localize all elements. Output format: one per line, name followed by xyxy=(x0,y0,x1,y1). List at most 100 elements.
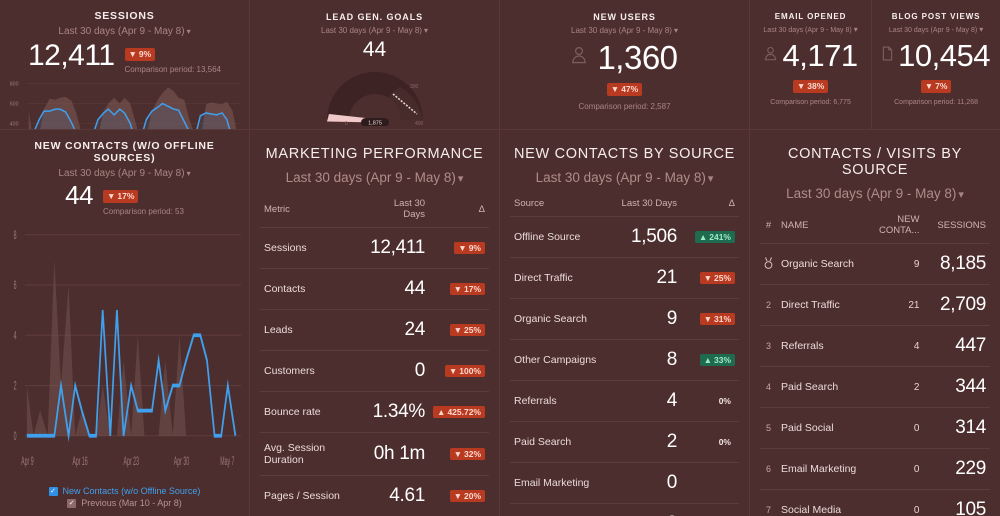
row-name: Paid Social xyxy=(777,407,875,449)
row-delta: ▼ 100% xyxy=(429,350,489,392)
new-contacts-delta-badge: ▼ 17% xyxy=(102,190,139,203)
table-row[interactable]: Organic Search 9 ▼ 31% xyxy=(510,298,739,340)
email-opened-delta-badge: ▼ 38% xyxy=(792,80,829,93)
triangle-down-icon: ▼ xyxy=(453,448,462,459)
row-contacts: 9 xyxy=(874,243,924,285)
contacts-visits-daterange-selector[interactable]: Last 30 days (Apr 9 - May 8) ▾ xyxy=(760,186,990,201)
row-source: Paid Search xyxy=(510,421,611,463)
sessions-daterange-selector[interactable]: Last 30 days (Apr 9 - May 8) ▾ xyxy=(6,26,243,37)
row-value: 12,411 xyxy=(365,227,430,269)
col-metric: Metric xyxy=(260,195,366,228)
legend-label-new-contacts: New Contacts (w/o Offline Source) xyxy=(62,486,201,496)
table-row[interactable]: Customers 0 ▼ 100% xyxy=(260,350,489,392)
row-name: Referrals xyxy=(777,325,875,367)
table-row[interactable]: 4 Paid Search 2 344 xyxy=(760,366,990,408)
email-opened-delta-value: 38% xyxy=(807,81,825,91)
row-sessions: 447 xyxy=(923,325,990,367)
legend-item-previous[interactable]: ✓ Previous (Mar 10 - Apr 8) xyxy=(67,498,182,508)
row-value: 2 xyxy=(610,421,681,463)
table-row[interactable]: Avg. Session Duration 0h 1m ▼ 32% xyxy=(260,432,489,476)
table-row[interactable]: Other Campaigns 8 ▲ 33% xyxy=(510,339,739,381)
lead-gen-daterange-selector[interactable]: Last 30 days (Apr 9 - May 8) ▾ xyxy=(260,26,489,35)
table-row[interactable]: Paid Search 2 0% xyxy=(510,421,739,463)
svg-text:2: 2 xyxy=(14,379,17,392)
email-opened-value: 4,171 xyxy=(782,38,859,73)
svg-text:600: 600 xyxy=(10,101,19,107)
checkbox-checked-icon[interactable]: ✓ xyxy=(48,486,58,496)
triangle-down-icon: ▼ xyxy=(610,84,620,94)
lead-gen-goals-card: LEAD GEN. GOALS Last 30 days (Apr 9 - Ma… xyxy=(250,0,500,130)
triangle-down-icon: ▼ xyxy=(796,81,806,91)
row-contacts: 0 xyxy=(874,407,924,449)
row-sessions: 105 xyxy=(923,489,990,516)
col-delta: Δ xyxy=(681,195,739,217)
table-header-row: # NAME NEW CONTA... SESSIONS xyxy=(760,211,990,244)
row-value: 8 xyxy=(610,339,681,381)
chevron-down-icon: ▾ xyxy=(707,173,714,185)
top-right-group: EMAIL OPENED Last 30 days (Apr 9 - May 8… xyxy=(750,0,1000,130)
new-users-daterange-selector[interactable]: Last 30 days (Apr 9 - May 8) ▾ xyxy=(510,26,739,35)
row-rank: 2 xyxy=(760,284,777,326)
row-value: 9 xyxy=(610,298,681,340)
checkbox-checked-icon[interactable]: ✓ xyxy=(67,498,77,508)
table-row[interactable]: Contacts 44 ▼ 17% xyxy=(260,268,489,310)
triangle-up-icon: ▲ xyxy=(703,354,712,365)
email-opened-daterange-label: Last 30 days (Apr 9 - May 8) xyxy=(763,27,852,34)
table-row[interactable]: 3 Referrals 4 447 xyxy=(760,325,990,367)
triangle-down-icon: ▼ xyxy=(453,283,462,294)
row-value: 1,506 xyxy=(610,216,681,258)
table-row[interactable]: Sessions 12,411 ▼ 9% xyxy=(260,227,489,269)
svg-text:May 7: May 7 xyxy=(220,455,234,468)
new-contacts-daterange-selector[interactable]: Last 30 days (Apr 9 - May 8) ▾ xyxy=(6,168,243,179)
table-row[interactable]: Offline Source 1,506 ▲ 241% xyxy=(510,216,739,258)
svg-text:8: 8 xyxy=(14,229,17,242)
row-name: Social Media xyxy=(777,489,875,516)
row-metric: Avg. Session Duration xyxy=(260,432,366,476)
email-opened-comparison: Comparison period: 6,775 xyxy=(770,99,851,106)
table-row[interactable]: Leads 24 ▼ 25% xyxy=(260,309,489,351)
table-row[interactable]: Email Marketing 0 xyxy=(510,462,739,504)
table-row[interactable]: Referrals 4 0% xyxy=(510,380,739,422)
row-rank: 3 xyxy=(760,325,777,367)
gauge-min-label: 0 xyxy=(345,121,348,126)
blog-post-views-card: BLOG POST VIEWS Last 30 days (Apr 9 - Ma… xyxy=(872,0,1000,129)
table-row[interactable]: 2 Direct Traffic 21 2,709 xyxy=(760,284,990,326)
new-contacts-previous-area xyxy=(26,259,242,436)
gauge-value-label: 1,875 xyxy=(368,121,382,127)
marketing-performance-card: MARKETING PERFORMANCE Last 30 days (Apr … xyxy=(250,130,500,516)
legend-item-new-contacts[interactable]: ✓ New Contacts (w/o Offline Source) xyxy=(48,486,201,496)
new-users-delta-value: 47% xyxy=(621,84,639,94)
table-row[interactable]: Bounce rate 1.34% ▲ 425.72% xyxy=(260,391,489,433)
row-contacts: 4 xyxy=(874,325,924,367)
new-contacts-by-source-daterange-selector[interactable]: Last 30 days (Apr 9 - May 8) ▾ xyxy=(510,170,739,185)
blog-views-daterange-selector[interactable]: Last 30 days (Apr 9 - May 8) ▾ xyxy=(882,25,990,34)
row-source: Referrals xyxy=(510,380,611,422)
row-delta: ▲ 241% xyxy=(681,216,739,258)
gauge-target-label: 300 xyxy=(410,84,419,90)
svg-text:Apr 9: Apr 9 xyxy=(21,455,33,468)
table-row[interactable]: Direct Traffic 21 ▼ 25% xyxy=(510,257,739,299)
row-rank: 5 xyxy=(760,407,777,449)
sessions-comparison: Comparison period: 13,564 xyxy=(124,65,222,74)
row-delta: ▼ 32% xyxy=(429,432,489,476)
new-contacts-chart-svg: 8 6 4 2 0 Apr 9 Apr 16 Apr 23 Apr 30 May 7 xyxy=(14,229,242,468)
marketing-performance-daterange-selector[interactable]: Last 30 days (Apr 9 - May 8) ▾ xyxy=(260,170,489,185)
triangle-up-icon: ▲ xyxy=(698,231,708,242)
table-row[interactable]: Paid Social0 xyxy=(510,503,739,516)
row-rank: 6 xyxy=(760,448,777,490)
row-value: 4.61 xyxy=(365,475,430,516)
row-rank: 7 xyxy=(760,489,777,516)
table-row[interactable]: Pages / Session 4.61 ▼ 20% xyxy=(260,475,489,516)
table-row[interactable]: 5 Paid Social 0 314 xyxy=(760,407,990,449)
contacts-visits-table: # NAME NEW CONTA... SESSIONS Organic Sea… xyxy=(760,211,990,516)
table-row[interactable]: Organic Search 9 8,185 xyxy=(760,243,990,285)
chevron-down-icon: ▾ xyxy=(979,25,984,34)
table-row[interactable]: 6 Email Marketing 0 229 xyxy=(760,448,990,490)
chevron-down-icon: ▾ xyxy=(958,189,964,201)
email-opened-daterange-selector[interactable]: Last 30 days (Apr 9 - May 8) ▾ xyxy=(760,25,861,34)
table-row[interactable]: 7 Social Media 0 105 xyxy=(760,489,990,516)
table-header-row: Metric Last 30 Days Δ xyxy=(260,195,489,228)
triangle-down-icon: ▼ xyxy=(458,242,467,253)
triangle-down-icon: ▼ xyxy=(453,490,462,501)
row-value: 0 xyxy=(610,462,681,504)
